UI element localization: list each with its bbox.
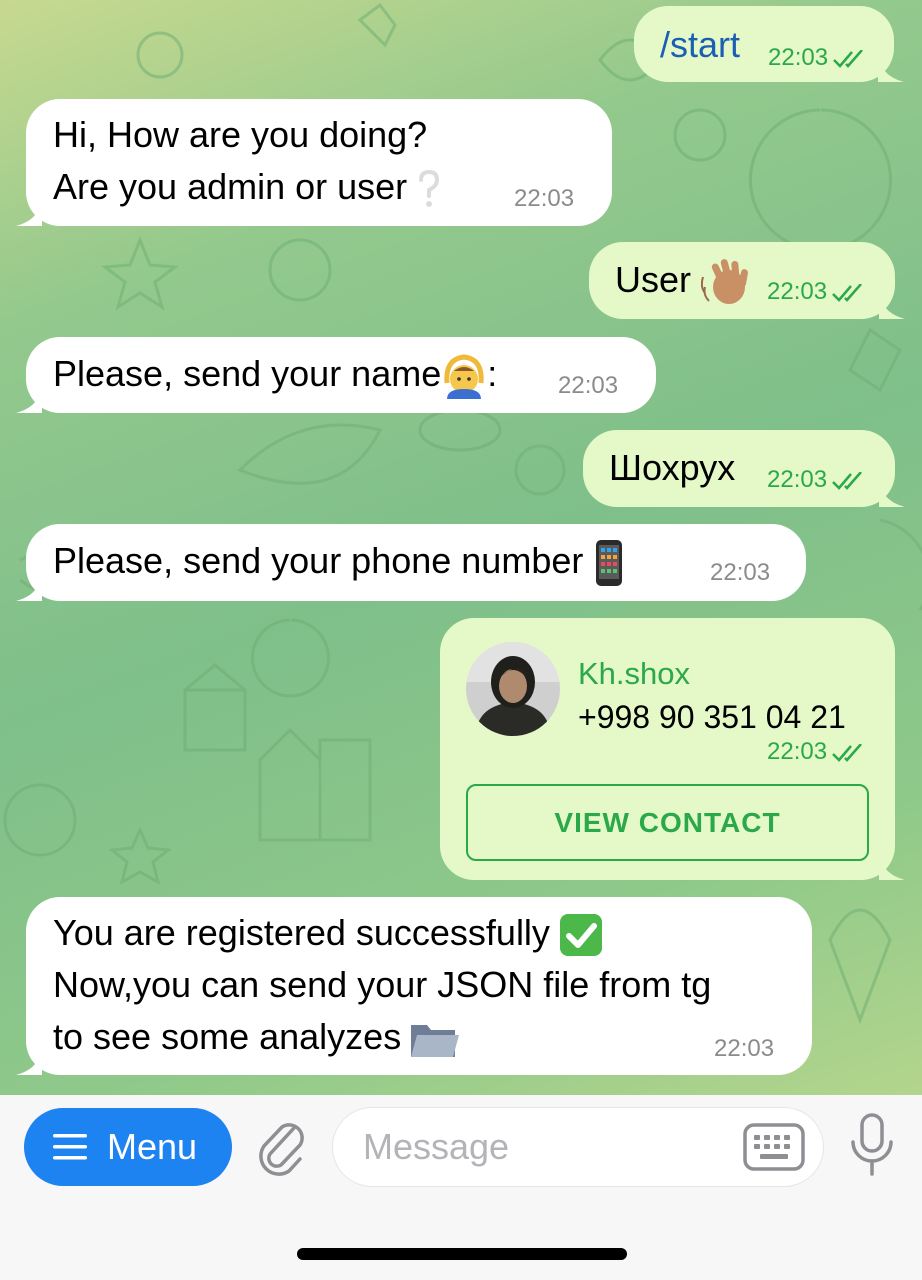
question-mark-emoji: [419, 170, 440, 208]
message-time: 22:03: [767, 740, 865, 764]
message-time: 22:03: [514, 185, 575, 212]
message-incoming[interactable]: Please, send your name : 22:03: [16, 337, 656, 413]
bubble-tail: [16, 200, 42, 226]
message-text-line: Are you admin or user: [53, 166, 408, 207]
message-time: 22:03: [768, 46, 866, 70]
message-input[interactable]: Message: [332, 1107, 824, 1187]
message-time: 22:03: [714, 1035, 775, 1062]
double-check-icon: [832, 283, 863, 302]
view-contact-button[interactable]: VIEW CONTACT: [466, 784, 869, 861]
message-incoming[interactable]: Hi, How are you doing? Are you admin or …: [16, 99, 612, 226]
bubble-tail: [16, 1049, 42, 1075]
message-input-placeholder: Message: [363, 1126, 510, 1167]
check-mark-button-emoji: [559, 914, 602, 957]
keyboard-icon[interactable]: [743, 1123, 805, 1171]
bubble-tail: [879, 854, 905, 880]
bubble-tail: [878, 56, 904, 82]
message-text: User: [615, 259, 692, 300]
message-outgoing[interactable]: Шохрух 22:03: [583, 430, 905, 507]
bubble-tail: [16, 575, 42, 601]
contact-avatar[interactable]: [466, 642, 560, 736]
paperclip-icon[interactable]: [254, 1114, 310, 1178]
bubble-tail: [879, 293, 905, 319]
message-incoming[interactable]: You are registered successfully Now,you …: [16, 897, 812, 1075]
message-time: 22:03: [558, 372, 619, 399]
message-outgoing[interactable]: User 22:03: [589, 242, 905, 319]
double-check-icon: [833, 49, 864, 68]
double-check-icon: [832, 743, 863, 762]
message-time: 22:03: [767, 280, 865, 304]
message-text-line: to see some analyzes: [53, 1016, 402, 1057]
person-gesturing-ok-emoji: [444, 354, 484, 400]
message-text-line: Now,you can send your JSON file from tg: [53, 964, 712, 1005]
hamburger-icon: [53, 1134, 87, 1160]
message-text-line: You are registered successfully: [53, 912, 550, 953]
open-folder-emoji: [411, 1025, 460, 1058]
message-time: 22:03: [767, 468, 865, 492]
bot-command-link[interactable]: /start: [660, 19, 740, 71]
microphone-icon[interactable]: [847, 1112, 897, 1178]
waving-hand-emoji: [701, 259, 748, 305]
message-text-suffix: :: [487, 353, 498, 394]
message-incoming[interactable]: Please, send your phone number 22:03: [16, 524, 806, 601]
message-text: Шохрух: [609, 447, 736, 488]
message-text-line: Hi, How are you doing?: [53, 114, 428, 155]
menu-button[interactable]: Menu: [24, 1108, 232, 1186]
message-outgoing[interactable]: /start 22:03: [634, 6, 904, 82]
message-text: Please, send your name: [53, 353, 442, 394]
contact-message[interactable]: Kh.shox +998 90 351 04 21 22:03 VIEW CON…: [440, 618, 905, 880]
mobile-phone-emoji: [596, 540, 623, 587]
message-text: Please, send your phone number: [53, 540, 584, 581]
home-indicator: [297, 1248, 627, 1260]
message-time: 22:03: [710, 559, 771, 586]
menu-label: Menu: [107, 1126, 198, 1167]
bubble-tail: [16, 387, 42, 413]
double-check-icon: [832, 471, 863, 490]
contact-phone: +998 90 351 04 21: [578, 699, 846, 735]
bubble-tail: [879, 481, 905, 507]
